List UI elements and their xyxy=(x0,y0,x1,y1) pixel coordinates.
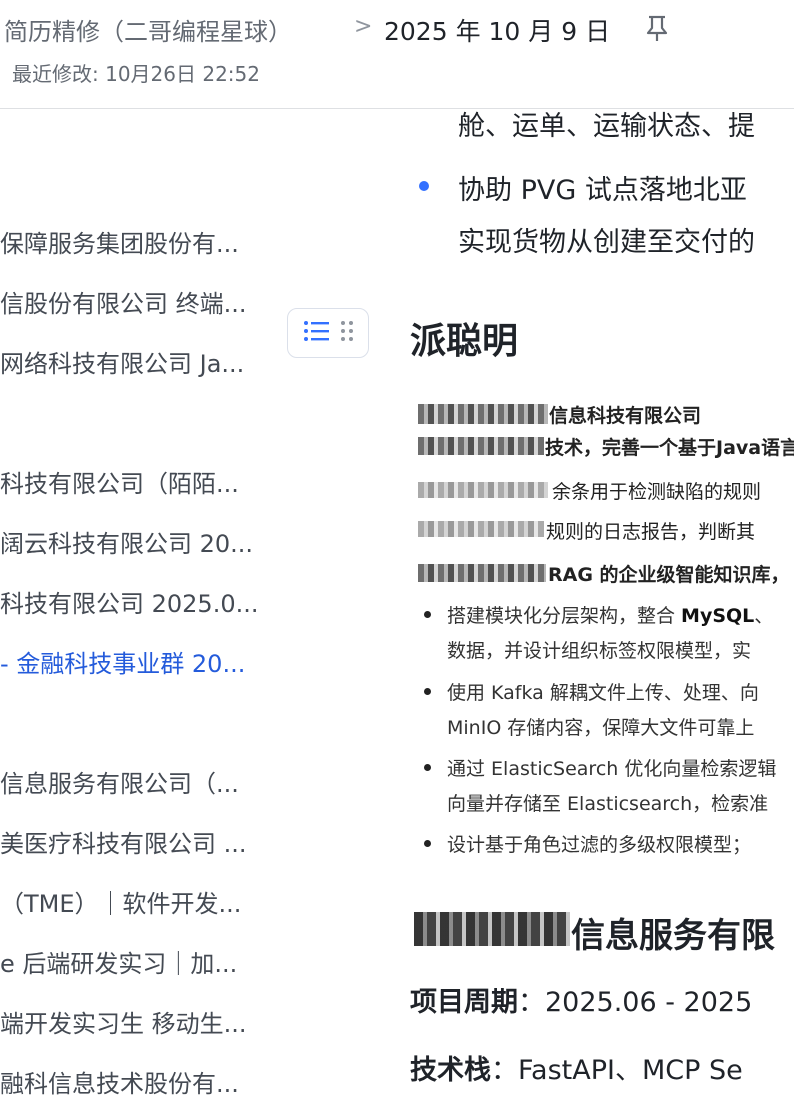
outline-item[interactable]: 信股份有限公司 终端... xyxy=(0,284,272,319)
image-text: 余条用于检测缺陷的规则 xyxy=(552,481,762,503)
image-bullet-cont: MinIO 存储内容，保障大文件可靠上 xyxy=(447,717,755,739)
outline-item[interactable]: 阔云科技有限公司 20... xyxy=(0,524,272,559)
redacted-block xyxy=(414,912,570,946)
outline-item[interactable]: 网络科技有限公司 Ja... xyxy=(0,344,272,379)
bullet-dot xyxy=(424,840,431,847)
company-heading: 信息服务有限 xyxy=(571,916,775,956)
breadcrumb-doc-title[interactable]: 简历精修（二哥编程星球） xyxy=(4,12,292,47)
redacted-block xyxy=(418,521,544,537)
image-text: 技术，完善一个基于Java语言 xyxy=(545,437,794,459)
bullet-dot xyxy=(424,611,431,618)
chevron-right-icon: > xyxy=(354,14,373,39)
redacted-block xyxy=(418,482,548,498)
bullet-text-cont: 实现货物从创建至交付的 xyxy=(458,227,755,258)
outline-item[interactable]: 保障服务集团股份有... xyxy=(0,224,272,259)
outline-item[interactable]: 融科信息技术股份有... xyxy=(0,1064,272,1099)
outline-item[interactable]: 端开发实习生 移动生... xyxy=(0,1004,272,1039)
image-text: RAG 的企业级智能知识库， xyxy=(548,564,790,586)
outline-item[interactable]: （TME）｜软件开发... xyxy=(0,884,272,919)
outline-item[interactable]: e 后端研发实习｜加... xyxy=(0,944,272,979)
doc-header: 简历精修（二哥编程星球） > 2025 年 10 月 9 日 最近修改: 10月… xyxy=(0,0,794,109)
image-bullet-cont: 向量并存储至 Elasticsearch，检索准 xyxy=(447,793,769,815)
image-bullet: 搭建模块化分层架构，整合 MySQL、 xyxy=(447,605,774,627)
breadcrumb-current-page[interactable]: 2025 年 10 月 9 日 xyxy=(384,12,610,48)
tech-stack: 技术栈：FastAPI、MCP Se xyxy=(410,1055,743,1086)
block-handle-button[interactable] xyxy=(287,308,369,358)
outline-item[interactable]: 科技有限公司 2025.0... xyxy=(0,584,272,619)
bullet-dot xyxy=(424,764,431,771)
bullet-text: 协助 PVG 试点落地北亚 xyxy=(458,175,747,206)
bullet-dot xyxy=(419,181,429,191)
outline-item[interactable]: 科技有限公司（陌陌... xyxy=(0,464,272,499)
redacted-block xyxy=(418,437,544,455)
image-bullet: 使用 Kafka 解耦文件上传、处理、向 xyxy=(447,682,759,704)
content-line: 舱、运单、运输状态、提 xyxy=(458,111,755,142)
pin-icon[interactable] xyxy=(645,14,669,42)
redacted-block xyxy=(418,404,548,424)
project-period: 项目周期：2025.06 - 2025 xyxy=(410,987,753,1018)
image-text: 规则的日志报告，判断其 xyxy=(546,521,756,543)
image-bullet-cont: 数据，并设计组织标签权限模型，实 xyxy=(447,640,752,662)
image-text: 信息科技有限公司 xyxy=(549,405,702,427)
section-heading: 派聪明 xyxy=(410,321,519,362)
bullet-dot xyxy=(424,688,431,695)
list-icon xyxy=(303,319,331,347)
image-bullet: 通过 ElasticSearch 优化向量检索逻辑 xyxy=(447,758,777,780)
outline-item[interactable]: 美医疗科技有限公司 ... xyxy=(0,824,272,859)
outline-item-active[interactable]: - 金融科技事业群 20... xyxy=(0,644,272,679)
drag-handle-icon[interactable] xyxy=(340,319,354,347)
outline-item[interactable]: 信息服务有限公司（... xyxy=(0,764,272,799)
image-bullet: 设计基于角色过滤的多级权限模型； xyxy=(447,834,752,856)
redacted-block xyxy=(418,564,546,582)
last-modified: 最近修改: 10月26日 22:52 xyxy=(12,62,260,86)
